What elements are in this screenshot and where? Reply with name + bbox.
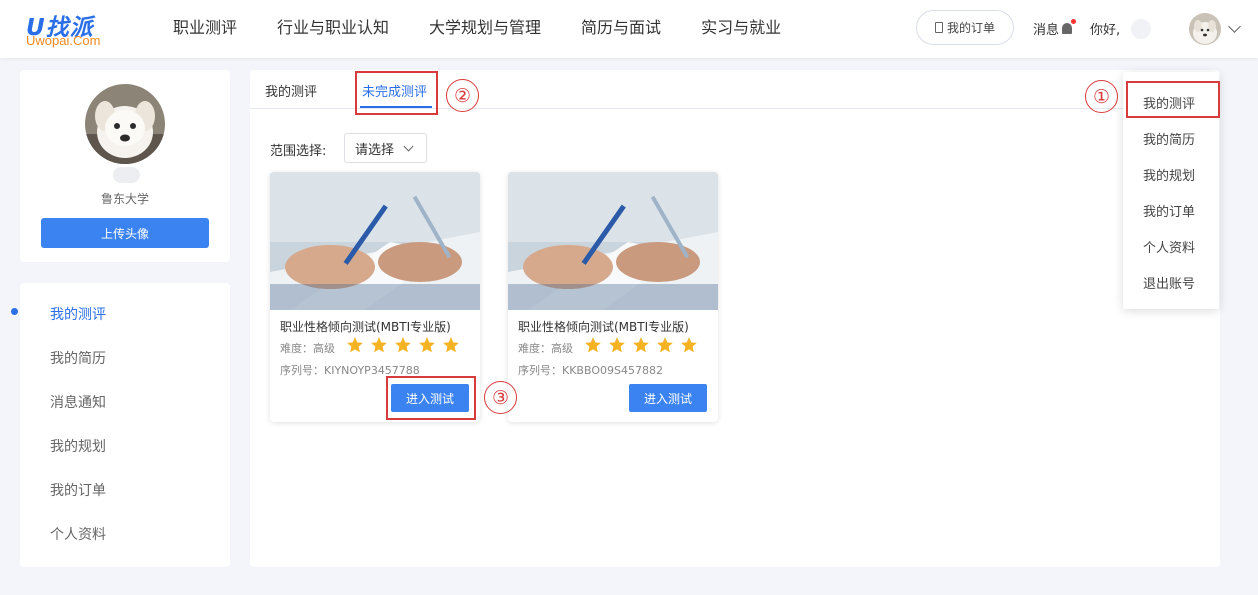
difficulty-stars [584,336,698,354]
card-image [270,172,480,310]
enter-test-button[interactable]: 进入测试 [629,384,707,412]
greeting-text: 你好, [1090,23,1121,38]
star-icon [657,337,673,353]
profile-avatar [85,84,165,164]
range-select[interactable]: 请选择 [344,133,427,163]
star-icon [681,337,697,353]
sidebar-item-my-assessment[interactable]: 我的测评 [50,304,106,324]
difficulty-stars [346,336,460,354]
star-icon [347,337,363,353]
sidebar-item-my-orders[interactable]: 我的订单 [50,480,106,500]
annotation-marker-1: ① [1085,80,1118,113]
tab-my-assessment[interactable]: 我的测评 [265,81,317,100]
main-nav: 职业测评 行业与职业认知 大学规划与管理 简历与面试 实习与就业 [173,16,821,40]
main-panel: 我的测评 未完成测评 范围选择: 请选择 职业性格倾向测试(MBTI专业版) 难… [250,70,1220,567]
dropdown-item-my-plan[interactable]: 我的规划 [1143,165,1195,184]
upload-avatar-button[interactable]: 上传头像 [41,218,209,248]
annotation-highlight-box [386,376,476,420]
range-select-value: 请选择 [355,142,395,158]
assessment-card: 职业性格倾向测试(MBTI专业版) 难度：高级 序列号：KKBBO09S4578… [508,172,718,422]
username-placeholder [1131,19,1151,39]
my-orders-label: 我的订单 [946,21,995,35]
annotation-marker-2: ② [446,79,479,112]
notification-dot [1071,19,1077,24]
profile-card: 鲁东大学 上传头像 [20,70,230,262]
user-avatar[interactable] [1189,13,1221,45]
nav-item-assessment[interactable]: 职业测评 [173,16,237,40]
dropdown-item-my-resume[interactable]: 我的简历 [1143,129,1195,148]
dog-avatar-image [1189,13,1221,45]
card-image [508,172,718,310]
dog-avatar-image [85,84,165,164]
logo-subtext: Uwopai.Com [26,33,101,48]
chevron-down-icon[interactable] [1228,20,1241,33]
messages-link[interactable]: 消息 [1033,19,1077,38]
nav-item-internship-jobs[interactable]: 实习与就业 [701,16,781,40]
dropdown-item-my-orders[interactable]: 我的订单 [1143,201,1195,220]
card-title: 职业性格倾向测试(MBTI专业版) [518,320,689,334]
my-orders-button[interactable]: 我的订单 [916,10,1014,45]
sidebar-item-my-resume[interactable]: 我的简历 [50,348,106,368]
card-serial: 序列号：KKBBO09S457882 [518,364,663,377]
range-label: 范围选择: [270,144,327,159]
star-icon [443,337,459,353]
annotation-highlight-box [1126,81,1220,118]
nav-item-resume-interview[interactable]: 简历与面试 [581,16,661,40]
star-icon [633,337,649,353]
annotation-marker-3: ③ [484,381,517,414]
top-header: U找派 Uwopai.Com 职业测评 行业与职业认知 大学规划与管理 简历与面… [0,0,1258,58]
star-icon [419,337,435,353]
document-icon [934,22,943,33]
site-logo[interactable]: U找派 Uwopai.Com [26,8,116,52]
annotation-highlight-box [355,71,438,115]
school-name: 鲁东大学 [100,192,149,206]
star-icon [585,337,601,353]
card-title: 职业性格倾向测试(MBTI专业版) [280,320,451,334]
sidebar-item-my-plan[interactable]: 我的规划 [50,436,106,456]
star-icon [371,337,387,353]
star-icon [609,337,625,353]
messages-label: 消息 [1033,23,1060,38]
star-icon [395,337,411,353]
active-indicator-dot [11,308,18,315]
nav-item-industry[interactable]: 行业与职业认知 [277,16,389,40]
nav-item-college-planning[interactable]: 大学规划与管理 [429,16,541,40]
bell-icon [1062,19,1077,34]
card-difficulty: 难度：高级 [518,342,573,355]
dropdown-item-profile[interactable]: 个人资料 [1143,237,1195,256]
card-difficulty: 难度：高级 [280,342,335,355]
chevron-down-icon [403,141,414,152]
sidebar-item-notifications[interactable]: 消息通知 [50,392,106,412]
sidebar-item-profile[interactable]: 个人资料 [50,524,106,544]
dropdown-item-logout[interactable]: 退出账号 [1143,273,1195,292]
username-placeholder [113,167,140,183]
